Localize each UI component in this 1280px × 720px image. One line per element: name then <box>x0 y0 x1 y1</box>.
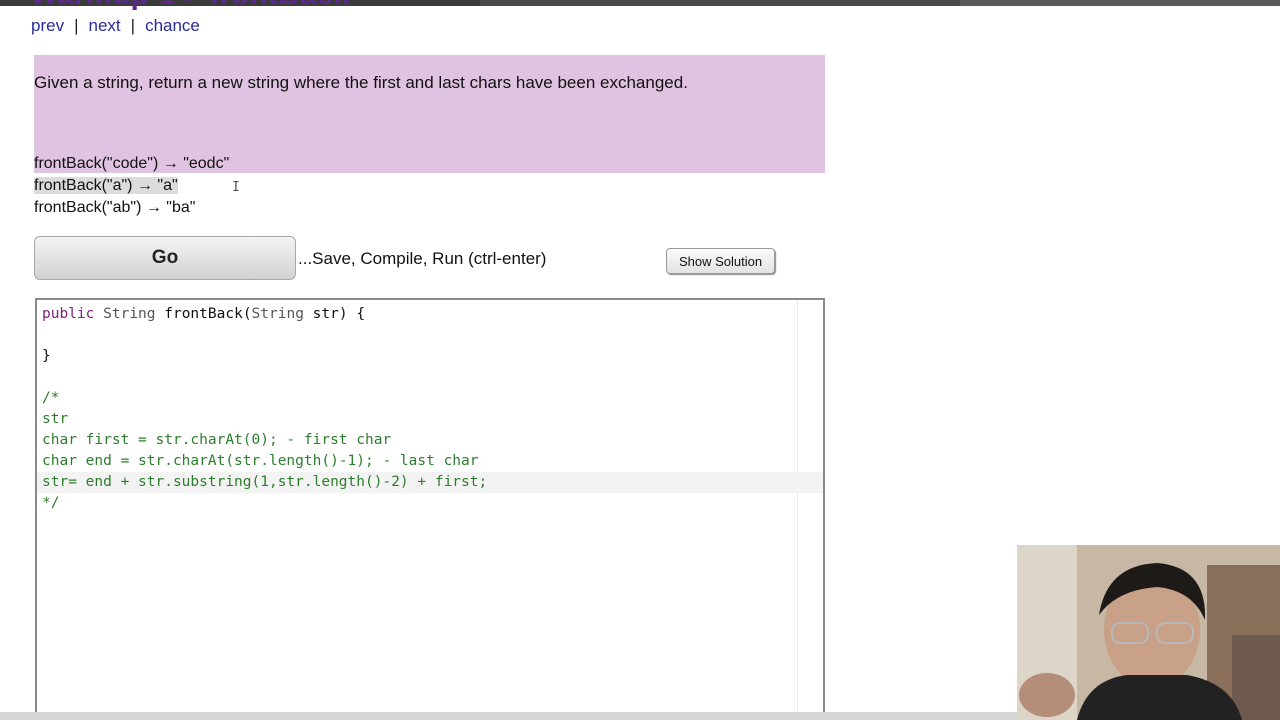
tab-strip-segment <box>960 0 1280 6</box>
code-line[interactable]: } <box>42 346 823 367</box>
nav-separator: | <box>74 16 79 35</box>
code-line[interactable]: public String frontBack(String str) { <box>42 304 823 325</box>
tab-strip-segment <box>480 0 960 6</box>
code-line[interactable]: str= end + str.substring(1,str.length()-… <box>37 472 823 493</box>
prev-link[interactable]: prev <box>31 16 64 35</box>
go-button[interactable]: Go <box>34 236 296 280</box>
code-token: char first = str.charAt(0); - first char <box>42 432 392 448</box>
code-token: */ <box>42 495 60 511</box>
code-line[interactable]: char end = str.charAt(str.length()-1); -… <box>42 451 823 472</box>
code-line[interactable]: */ <box>42 493 823 514</box>
example-line-selected: frontBack("a") → "a" <box>34 177 178 194</box>
examples-list: frontBack("code") → "eodc" frontBack("a"… <box>34 153 229 219</box>
code-token: String <box>103 306 156 322</box>
text-cursor-icon: I <box>232 180 240 195</box>
nav-separator: | <box>130 16 136 35</box>
example-line: frontBack("ab") → "ba" <box>34 199 196 216</box>
example-line: frontBack("a") → "a" <box>34 175 229 197</box>
code-token: char end = str.charAt(str.length()-1); -… <box>42 453 479 469</box>
webcam-person-image <box>1017 545 1280 720</box>
show-solution-button[interactable]: Show Solution <box>666 248 775 274</box>
code-token: public <box>42 306 95 322</box>
code-line[interactable]: char first = str.charAt(0); - first char <box>42 430 823 451</box>
horizontal-scrollbar[interactable] <box>0 712 1017 720</box>
code-line[interactable] <box>42 367 823 388</box>
code-token: } <box>42 348 51 364</box>
code-token: str <box>42 411 69 427</box>
chance-link[interactable]: chance <box>145 16 200 35</box>
webcam-overlay <box>1017 545 1280 720</box>
code-line[interactable]: str <box>42 409 823 430</box>
problem-description: Given a string, return a new string wher… <box>34 73 688 92</box>
code-line[interactable] <box>42 325 823 346</box>
code-token: str) { <box>303 306 366 322</box>
code-editor[interactable]: public String frontBack(String str) { } … <box>35 298 825 720</box>
go-caption: ...Save, Compile, Run (ctrl-enter) <box>298 249 547 268</box>
code-line[interactable]: /* <box>42 388 823 409</box>
code-token: String <box>251 306 304 322</box>
code-token: /* <box>42 390 60 406</box>
example-line: frontBack("code") → "eodc" <box>34 155 230 172</box>
code-token: str= end + str.substring(1,str.length()-… <box>42 474 488 490</box>
page-title: Warmup-1 > frontBack <box>30 0 350 12</box>
code-lines[interactable]: public String frontBack(String str) { } … <box>37 304 823 514</box>
code-token: frontBack( <box>155 306 252 322</box>
next-link[interactable]: next <box>89 16 121 35</box>
problem-nav: prev | next | chance <box>31 16 200 36</box>
